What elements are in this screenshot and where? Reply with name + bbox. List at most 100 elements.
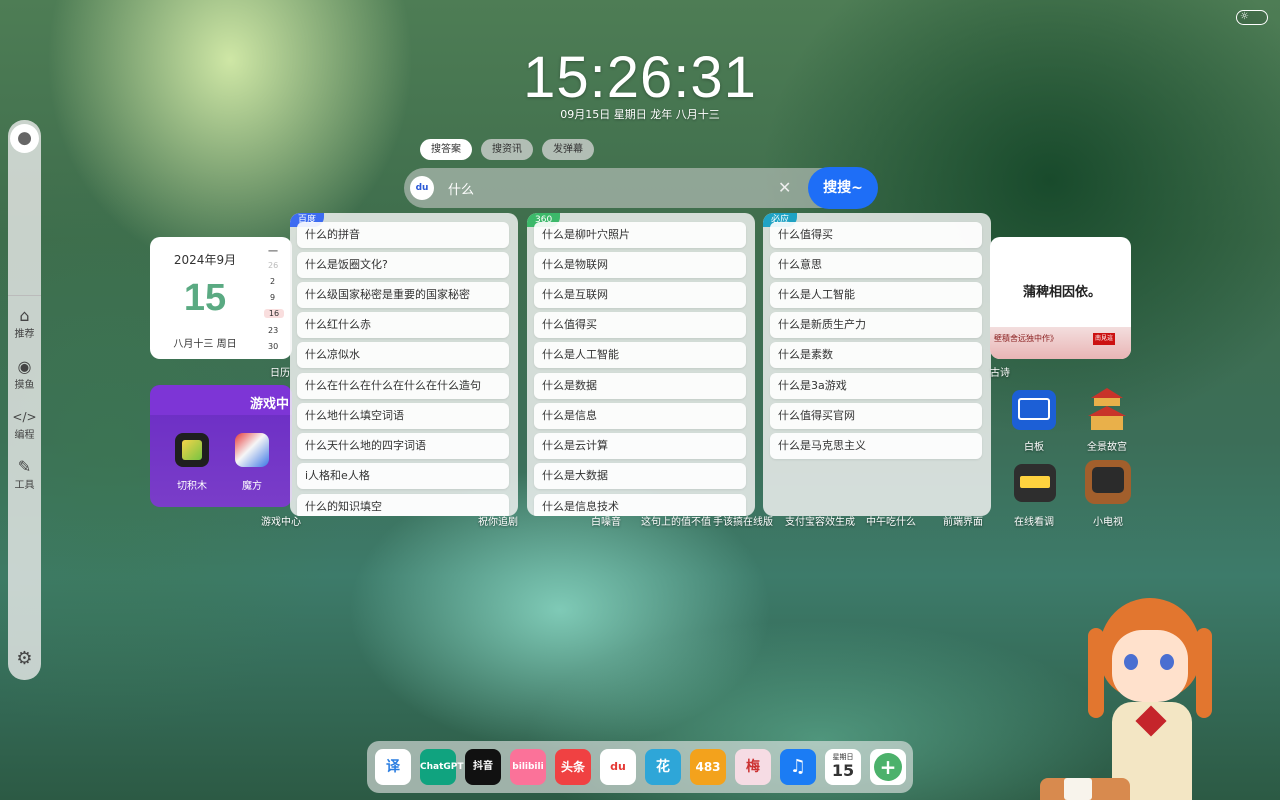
suggest-item[interactable]: 什么是素数 <box>770 342 982 368</box>
mascot-character[interactable] <box>1088 598 1218 800</box>
calendar-date: 9 <box>270 293 276 302</box>
suggest-item[interactable]: 什么值得买 <box>770 222 982 248</box>
user-icon: ● <box>10 124 39 153</box>
suggest-item[interactable]: 什么天什么地的四字词语 <box>297 433 509 459</box>
online-tuner-icon[interactable] <box>1014 464 1056 502</box>
suggest-item[interactable]: 什么凉似水 <box>297 342 509 368</box>
suggest-item[interactable]: 什么红什么赤 <box>297 312 509 338</box>
suggest-panel-baidu: 百度 什么的拼音 什么是饭圈文化? 什么级国家秘密是重要的国家秘密 什么红什么赤… <box>290 213 518 516</box>
suggest-item[interactable]: 什么意思 <box>770 252 982 278</box>
calendar-widget[interactable]: 2024年9月 15 八月十三 周日 一 26 2 9 16 23 30 <box>150 237 292 359</box>
suggest-item[interactable]: 什么级国家秘密是重要的国家秘密 <box>297 282 509 308</box>
suggest-item[interactable]: 什么是马克思主义 <box>770 433 982 459</box>
suggest-item[interactable]: 什么的拼音 <box>297 222 509 248</box>
suggest-item[interactable]: 什么是人工智能 <box>534 342 746 368</box>
rubiks-cube-icon[interactable] <box>235 433 269 467</box>
app-label: 白板 <box>1024 442 1044 453</box>
calendar-month: 2024年9月 <box>173 253 237 267</box>
game-center-widget[interactable]: 游戏中 切积木 魔方 <box>150 385 292 507</box>
sidebar-divider <box>8 295 41 296</box>
plus-icon: + <box>874 753 902 781</box>
calendar-date-current-week: 16 <box>264 309 284 318</box>
calendar-date: 2 <box>270 277 276 286</box>
dock: 译 ChatGPT 抖音 bilibili 头条 du 花 483 梅 ♫ 星期… <box>367 741 913 793</box>
app-label: 白噪音 <box>591 517 621 528</box>
tab-search-answer[interactable]: 搜答案 <box>420 139 472 160</box>
sidebar-item-tools[interactable]: ✎ 工具 <box>8 458 41 492</box>
translate-icon[interactable]: 译 <box>375 749 411 785</box>
app-label: 在线看调 <box>1014 517 1054 528</box>
poem-text: 蒲稗相因依。 <box>1022 285 1101 300</box>
suggest-item[interactable]: 什么地什么填空词语 <box>297 403 509 429</box>
suggest-item[interactable]: 什么值得买官网 <box>770 403 982 429</box>
calendar-app-icon[interactable]: 星期日 15 <box>825 749 861 785</box>
theme-toggle[interactable]: ☼ <box>1236 10 1268 25</box>
sidebar-item-label: 摸鱼 <box>14 380 35 391</box>
suggest-panel-bing: 必应 什么值得买 什么意思 什么是人工智能 什么是新质生产力 什么是素数 什么是… <box>763 213 991 516</box>
suggest-item[interactable]: 什么是新质生产力 <box>770 312 982 338</box>
sidebar-item-label: 推荐 <box>14 329 35 340</box>
baidu-icon[interactable]: du <box>410 176 434 200</box>
suggest-item[interactable]: 什么在什么在什么在什么在什么造句 <box>297 373 509 399</box>
calendar-day: 15 <box>183 277 227 319</box>
game-app-label: 魔方 <box>242 481 262 492</box>
suggest-item[interactable]: 什么是柳叶穴照片 <box>534 222 746 248</box>
clear-icon[interactable]: ✕ <box>778 177 791 199</box>
chatgpt-icon[interactable]: ChatGPT <box>420 749 464 785</box>
gear-icon: ⚙ <box>16 648 33 669</box>
suggest-item[interactable]: i人格和e人格 <box>297 463 509 489</box>
sidebar-item-fish[interactable]: ◉ 摸鱼 <box>8 357 41 392</box>
suggest-item[interactable]: 什么是信息 <box>534 403 746 429</box>
suggest-panel-360: 360 什么是柳叶穴照片 什么是物联网 什么是互联网 什么值得买 什么是人工智能… <box>527 213 755 516</box>
suggest-item[interactable]: 什么是饭圈文化? <box>297 252 509 278</box>
game-widget-title: 游戏中 <box>250 397 290 412</box>
tab-danmaku[interactable]: 发弹幕 <box>542 139 594 160</box>
building-blocks-icon[interactable] <box>175 433 209 467</box>
suggest-item[interactable]: 什么是数据 <box>534 373 746 399</box>
palace-museum-icon[interactable] <box>1088 388 1126 434</box>
sun-icon: ☼ <box>1240 11 1249 22</box>
add-app-button[interactable]: + <box>870 749 906 785</box>
tab-search-news[interactable]: 搜资讯 <box>481 139 533 160</box>
avatar[interactable]: ● <box>8 124 41 153</box>
poem-widget[interactable]: 蒲稗相因依。 壁積舍远独中作》 南見這 <box>990 237 1131 359</box>
suggest-item[interactable]: 什么是物联网 <box>534 252 746 278</box>
baidu-map-icon[interactable]: du <box>600 749 636 785</box>
suggest-item[interactable]: 什么是3a游戏 <box>770 373 982 399</box>
suggest-item[interactable]: 什么是互联网 <box>534 282 746 308</box>
gamepad-icon: ◉ <box>17 357 32 376</box>
calendar-date: 23 <box>268 326 279 335</box>
tv-icon[interactable] <box>1085 460 1131 504</box>
suggest-item[interactable]: 什么值得买 <box>534 312 746 338</box>
bilibili-icon[interactable]: bilibili <box>510 749 546 785</box>
whiteboard-icon[interactable] <box>1012 390 1056 430</box>
search-button[interactable]: 搜搜~ <box>808 167 878 209</box>
clock-date: 09月15日 星期日 龙年 八月十三 <box>560 108 720 121</box>
calendar-week-head: 一 <box>268 247 278 258</box>
app-label: 前端界面 <box>943 517 983 528</box>
poem-source: 壁積舍远独中作》 <box>994 334 1058 343</box>
flower-game-icon[interactable]: 花 <box>645 749 681 785</box>
number-game-icon[interactable]: 483 <box>690 749 726 785</box>
tiktok-icon[interactable]: 抖音 <box>465 749 501 785</box>
music-icon[interactable]: ♫ <box>780 749 816 785</box>
suggest-item[interactable]: 什么是云计算 <box>534 433 746 459</box>
code-icon: </> <box>12 410 37 424</box>
suggest-item[interactable]: 什么是人工智能 <box>770 282 982 308</box>
sidebar-item-code[interactable]: </> 编程 <box>8 408 41 441</box>
app-label: 全景故宫 <box>1087 442 1127 453</box>
sidebar-item-label: 编程 <box>14 430 35 441</box>
poem-label: 古诗 <box>990 368 1010 379</box>
plum-blossom-icon[interactable]: 梅 <box>735 749 771 785</box>
coffee-cup-icon <box>1064 778 1092 800</box>
calendar-weekday: 星期日 <box>832 753 854 761</box>
search-input[interactable] <box>448 176 768 200</box>
calendar-lunar: 八月十三 周日 <box>173 339 237 350</box>
settings-button[interactable]: ⚙ <box>8 650 41 668</box>
calendar-date: 30 <box>268 342 279 351</box>
app-label: 中午吃什么 <box>866 517 916 528</box>
suggest-item[interactable]: 什么是大数据 <box>534 463 746 489</box>
toutiao-icon[interactable]: 头条 <box>555 749 591 785</box>
sidebar-item-recommend[interactable]: ⌂ 推荐 <box>8 307 41 341</box>
game-app-label: 切积木 <box>177 481 207 492</box>
